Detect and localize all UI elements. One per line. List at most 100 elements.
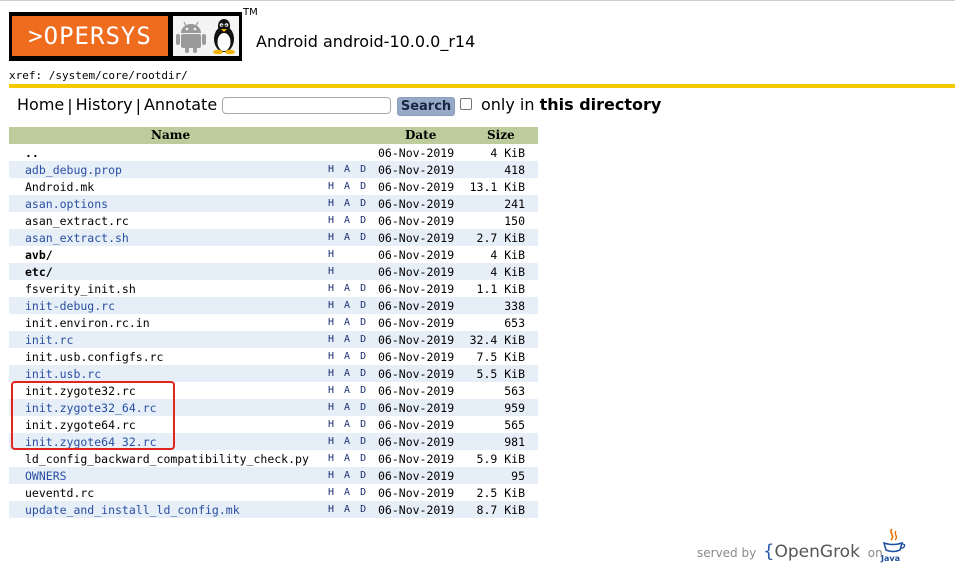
file-size: 418 <box>504 163 525 177</box>
history-annotate-download-links[interactable]: H A D <box>328 334 368 345</box>
file-date: 06-Nov-2019 <box>378 333 455 347</box>
history-annotate-download-links[interactable]: H A D <box>328 232 368 243</box>
search-button[interactable]: Search <box>397 97 455 116</box>
file-date: 06-Nov-2019 <box>378 503 455 517</box>
annotate-link[interactable]: Annotate <box>144 95 217 114</box>
header-date[interactable]: Date <box>405 128 436 142</box>
table-row: asan_extract.rc H A D 06-Nov-2019 150 <box>9 212 538 229</box>
history-annotate-download-links[interactable]: H A D <box>328 470 368 481</box>
file-date: 06-Nov-2019 <box>378 248 455 262</box>
home-link[interactable]: Home <box>17 95 64 114</box>
file-name-link[interactable]: fsverity_init.sh <box>25 282 136 296</box>
file-date: 06-Nov-2019 <box>378 265 455 279</box>
history-annotate-download-links[interactable]: H A D <box>328 419 368 430</box>
file-name-link[interactable]: ueventd.rc <box>25 486 94 500</box>
history-annotate-download-links[interactable]: H A D <box>328 215 368 226</box>
file-name-link[interactable]: .. <box>25 146 39 160</box>
file-size: 13.1 KiB <box>469 180 525 194</box>
only-in-directory-label: only in this directory <box>481 95 662 114</box>
nav-bar: Home | History | Annotate <box>17 95 217 117</box>
file-date: 06-Nov-2019 <box>378 231 455 245</box>
history-annotate-download-links[interactable]: H A D <box>328 164 368 175</box>
history-annotate-download-links[interactable]: H A D <box>328 402 368 413</box>
linux-penguin-icon <box>213 19 235 55</box>
history-annotate-download-links[interactable]: H A D <box>328 283 368 294</box>
table-row: update_and_install_ld_config.mk H A D 06-N… <box>9 501 538 518</box>
logo-icons <box>173 16 239 56</box>
file-name-link[interactable]: ld_config_backward_compatibility_check.p… <box>25 452 309 466</box>
header-size[interactable]: Size <box>487 128 515 142</box>
file-name-link[interactable]: init.usb.rc <box>25 367 101 381</box>
opengrok-logo[interactable]: {OpenGrok <box>763 541 860 562</box>
history-link[interactable]: History <box>76 95 133 114</box>
file-name-link[interactable]: update_and_install_ld_config.mk <box>25 503 240 517</box>
opengrok-brace: { <box>763 541 775 562</box>
nav-separator: | <box>67 96 73 115</box>
file-date: 06-Nov-2019 <box>378 146 455 160</box>
history-annotate-download-links[interactable]: H A D <box>328 385 368 396</box>
file-date: 06-Nov-2019 <box>378 214 455 228</box>
history-annotate-download-links[interactable]: H <box>328 266 336 277</box>
history-annotate-download-links[interactable]: H A D <box>328 351 368 362</box>
java-text: Java <box>881 554 900 563</box>
file-date: 06-Nov-2019 <box>378 163 455 177</box>
header-name[interactable]: Name <box>151 128 190 142</box>
history-annotate-download-links[interactable]: H A D <box>328 453 368 464</box>
file-size: 4 KiB <box>490 265 525 279</box>
table-row: init.rc H A D 06-Nov-2019 32.4 KiB <box>9 331 538 348</box>
file-size: 4 KiB <box>490 146 525 160</box>
opersys-logo[interactable]: >OPERSYS TM <box>9 7 258 61</box>
table-row: .. 06-Nov-2019 4 KiB <box>9 144 538 161</box>
file-name-link[interactable]: etc/ <box>25 265 53 279</box>
history-annotate-download-links[interactable]: H A D <box>328 504 368 515</box>
history-annotate-download-links[interactable]: H A D <box>328 487 368 498</box>
file-date: 06-Nov-2019 <box>378 350 455 364</box>
file-date: 06-Nov-2019 <box>378 367 455 381</box>
java-cup-icon <box>882 528 906 553</box>
table-row: init-debug.rc H A D 06-Nov-2019 338 <box>9 297 538 314</box>
file-size: 241 <box>504 197 525 211</box>
history-annotate-download-links[interactable]: H A D <box>328 198 368 209</box>
search-input[interactable] <box>222 97 391 114</box>
only-in-directory-checkbox[interactable] <box>460 98 472 110</box>
table-row: etc/H 06-Nov-2019 4 KiB <box>9 263 538 280</box>
nav-separator: | <box>135 96 141 115</box>
table-row: fsverity_init.sh H A D 06-Nov-2019 1.1 KiB <box>9 280 538 297</box>
file-size: 653 <box>504 316 525 330</box>
file-size: 5.5 KiB <box>476 367 525 381</box>
file-size: 565 <box>504 418 525 432</box>
file-name-link[interactable]: init-debug.rc <box>25 299 115 313</box>
history-annotate-download-links[interactable]: H A D <box>328 300 368 311</box>
table-header: Name Date Size <box>9 127 538 144</box>
file-date: 06-Nov-2019 <box>378 435 455 449</box>
directory-listing-table: Name Date Size .. 06-Nov-2019 4 KiB adb_deb… <box>9 127 538 518</box>
file-size: 7.5 KiB <box>476 350 525 364</box>
file-name-link[interactable]: avb/ <box>25 248 53 262</box>
file-name-link[interactable]: asan_extract.rc <box>25 214 129 228</box>
file-date: 06-Nov-2019 <box>378 452 455 466</box>
file-size: 338 <box>504 299 525 313</box>
file-date: 06-Nov-2019 <box>378 486 455 500</box>
history-annotate-download-links[interactable]: H A D <box>328 317 368 328</box>
file-name-link[interactable]: init.environ.rc.in <box>25 316 150 330</box>
gold-divider <box>9 84 955 88</box>
file-date: 06-Nov-2019 <box>378 469 455 483</box>
history-annotate-download-links[interactable]: H <box>328 249 336 260</box>
file-name-link[interactable]: init.rc <box>25 333 73 347</box>
file-date: 06-Nov-2019 <box>378 401 455 415</box>
java-logo-icon[interactable]: Java <box>878 527 908 567</box>
file-name-link[interactable]: init.usb.configfs.rc <box>25 350 163 364</box>
file-date: 06-Nov-2019 <box>378 384 455 398</box>
history-annotate-download-links[interactable]: H A D <box>328 181 368 192</box>
highlight-box <box>11 381 175 450</box>
table-row: ueventd.rc H A D 06-Nov-2019 2.5 KiB <box>9 484 538 501</box>
file-name-link[interactable]: asan.options <box>25 197 108 211</box>
file-date: 06-Nov-2019 <box>378 180 455 194</box>
table-row: init.usb.configfs.rc H A D 06-Nov-2019 7.5 … <box>9 348 538 365</box>
file-name-link[interactable]: asan_extract.sh <box>25 231 129 245</box>
file-name-link[interactable]: Android.mk <box>25 180 94 194</box>
file-name-link[interactable]: adb_debug.prop <box>25 163 122 177</box>
file-name-link[interactable]: OWNERS <box>25 469 67 483</box>
history-annotate-download-links[interactable]: H A D <box>328 368 368 379</box>
history-annotate-download-links[interactable]: H A D <box>328 436 368 447</box>
